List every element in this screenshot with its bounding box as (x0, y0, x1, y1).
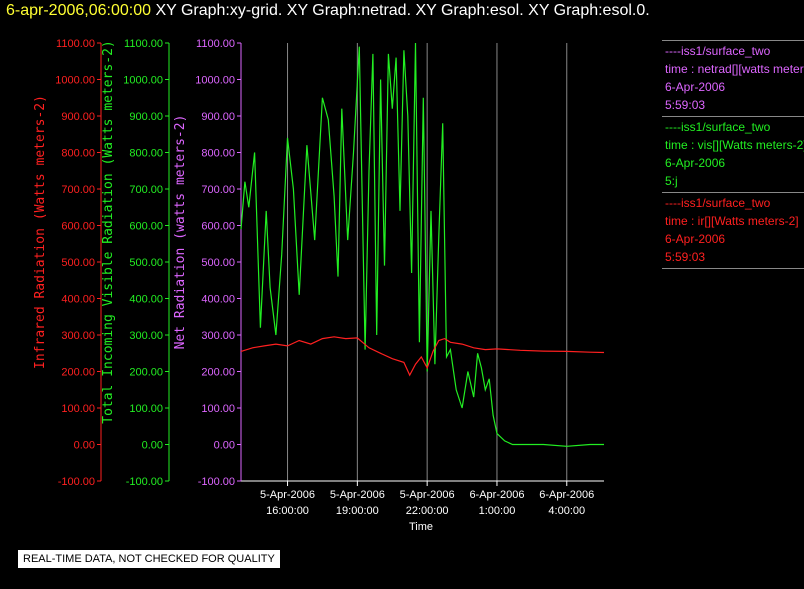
y-tick-label-net: 800.00 (201, 148, 235, 160)
y-tick-label-visible: 600.00 (129, 221, 163, 233)
y-tick-label-net: 900.00 (201, 111, 235, 123)
y-tick-label-net: -100.00 (198, 476, 235, 488)
y-tick-label-visible: 0.00 (142, 440, 163, 452)
x-tick-label: 5-Apr-2006 (260, 489, 315, 501)
x-tick-label: 1:00:00 (479, 505, 516, 517)
quality-notice: REAL-TIME DATA, NOT CHECKED FOR QUALITY (18, 550, 280, 568)
legend-line: 6-Apr-2006 (665, 232, 726, 246)
y-tick-label-infrared: 300.00 (61, 330, 95, 342)
y-tick-label-visible: 200.00 (129, 367, 163, 379)
y-tick-label-infrared: 1000.00 (55, 75, 95, 87)
y-tick-label-infrared: 700.00 (61, 184, 95, 196)
legend-line: 6-Apr-2006 (665, 156, 726, 170)
legend-line: time : ir[][Watts meters-2] (665, 214, 799, 228)
y-tick-label-visible: -100.00 (126, 476, 163, 488)
y-tick-label-net: 0.00 (214, 440, 235, 452)
y-tick-label-visible: 400.00 (129, 294, 163, 306)
series-line-infrared (240, 336, 605, 377)
x-tick-label: 6-Apr-2006 (539, 489, 594, 501)
y-tick-label-net: 100.00 (201, 403, 235, 415)
y-tick-label-infrared: 600.00 (61, 221, 95, 233)
x-tick-label: 22:00:00 (406, 505, 449, 517)
legend-line: ----iss1/surface_two (665, 196, 771, 210)
y-tick-label-visible: 100.00 (129, 403, 163, 415)
y-tick-label-net: 600.00 (201, 221, 235, 233)
y-tick-label-net: 400.00 (201, 294, 235, 306)
y-tick-label-net: 500.00 (201, 257, 235, 269)
x-tick-label: 5-Apr-2006 (400, 489, 455, 501)
x-tick-label: 6-Apr-2006 (469, 489, 524, 501)
y-tick-label-visible: 300.00 (129, 330, 163, 342)
y-tick-label-infrared: 800.00 (61, 148, 95, 160)
legend-line: ----iss1/surface_two (665, 120, 771, 134)
y-tick-label-net: 700.00 (201, 184, 235, 196)
legend-entry-vis: ----iss1/surface_two time : vis[][Watts … (662, 116, 804, 192)
y-tick-label-infrared: 200.00 (61, 367, 95, 379)
x-tick-label: 4:00:00 (548, 505, 585, 517)
y-tick-label-visible: 800.00 (129, 148, 163, 160)
y-tick-label-net: 1000.00 (195, 75, 235, 87)
y-tick-label-infrared: 1100.00 (56, 38, 95, 50)
x-tick-label: 19:00:00 (336, 505, 379, 517)
y-tick-label-net: 1100.00 (196, 38, 235, 50)
legend-line: 5:59:03 (665, 250, 706, 264)
legend-line: 5:59:03 (665, 98, 706, 112)
y-axis-title-net: Net Radiation (watts meters-2) (173, 115, 188, 350)
y-tick-label-net: 300.00 (201, 330, 235, 342)
legend-entry-ir: ----iss1/surface_two time : ir[][Watts m… (662, 192, 804, 269)
y-tick-label-visible: 1000.00 (123, 75, 163, 87)
x-axis-label: Time (409, 521, 433, 533)
legend-line: ----iss1/surface_two (665, 44, 771, 58)
legend-line: 5:j (665, 174, 678, 188)
y-tick-label-visible: 500.00 (129, 257, 163, 269)
y-tick-label-infrared: 100.00 (61, 403, 95, 415)
y-tick-label-infrared: 500.00 (61, 257, 95, 269)
legend-entry-netrad: ----iss1/surface_two time : netrad[][wat… (662, 40, 804, 116)
y-tick-label-visible: 900.00 (129, 111, 163, 123)
y-tick-label-net: 200.00 (201, 367, 235, 379)
legend-line: 6-Apr-2006 (665, 80, 726, 94)
y-axis-title-visible: Total Incoming Visible Radiation (Watts … (101, 40, 116, 424)
y-tick-label-visible: 700.00 (129, 184, 163, 196)
x-tick-label: 16:00:00 (266, 505, 309, 517)
y-tick-label-visible: 1100.00 (124, 38, 163, 50)
y-tick-label-infrared: 400.00 (61, 294, 95, 306)
x-tick-label: 5-Apr-2006 (330, 489, 385, 501)
y-tick-label-infrared: 0.00 (74, 440, 95, 452)
legend-line: time : vis[][Watts meters-2] (665, 138, 804, 152)
legend: ----iss1/surface_two time : netrad[][wat… (662, 40, 804, 269)
y-tick-label-infrared: -100.00 (58, 476, 95, 488)
series-line-visible (240, 42, 604, 447)
legend-line: time : netrad[][watts meters-2] (665, 62, 804, 76)
y-tick-label-infrared: 900.00 (61, 111, 95, 123)
y-axis-title-infrared: Infrared Radiation (Watts meters-2) (33, 95, 48, 369)
